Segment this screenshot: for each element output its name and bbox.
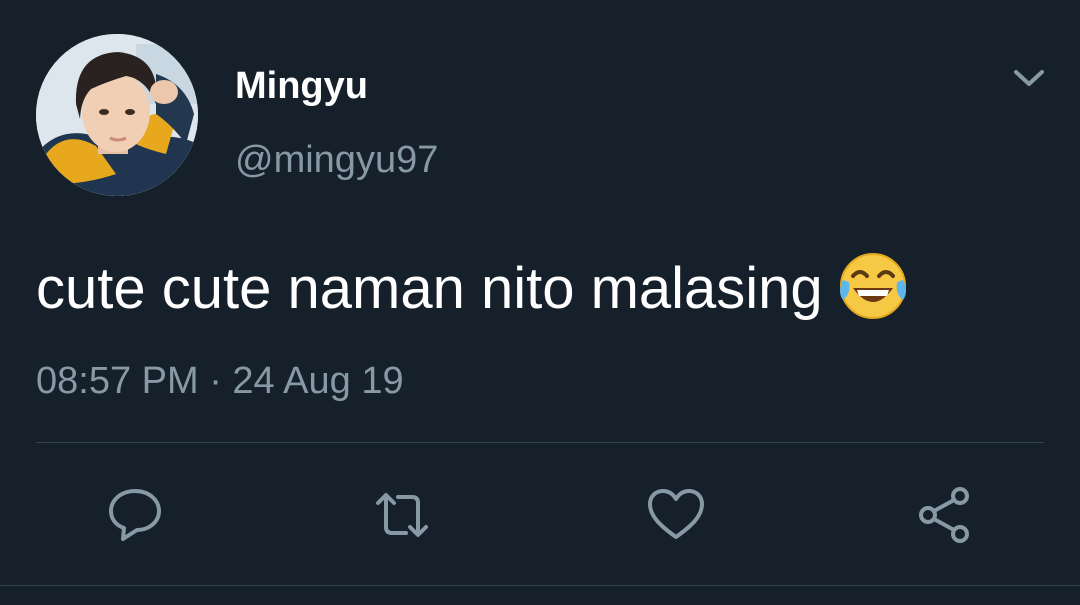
chevron-down-icon[interactable] [1008, 62, 1050, 94]
like-icon[interactable] [644, 483, 708, 547]
share-icon[interactable] [912, 483, 976, 547]
tweet-text-content: cute cute naman nito malasing [36, 256, 823, 321]
avatar[interactable] [36, 34, 198, 196]
author-handle[interactable]: @mingyu97 [235, 138, 438, 182]
tweet-detail: Mingyu @mingyu97 cute cute naman nito ma… [0, 0, 1080, 605]
reply-icon[interactable] [103, 483, 167, 547]
divider [36, 442, 1044, 443]
author-display-name[interactable]: Mingyu [235, 64, 368, 108]
avatar-image [36, 34, 198, 196]
face-with-tears-of-joy-icon [837, 250, 909, 322]
bottom-divider [0, 585, 1080, 586]
tweet-timestamp[interactable]: 08:57 PM · 24 Aug 19 [36, 358, 404, 404]
retweet-icon[interactable] [370, 483, 434, 547]
tweet-text: cute cute naman nito malasing [36, 250, 909, 325]
